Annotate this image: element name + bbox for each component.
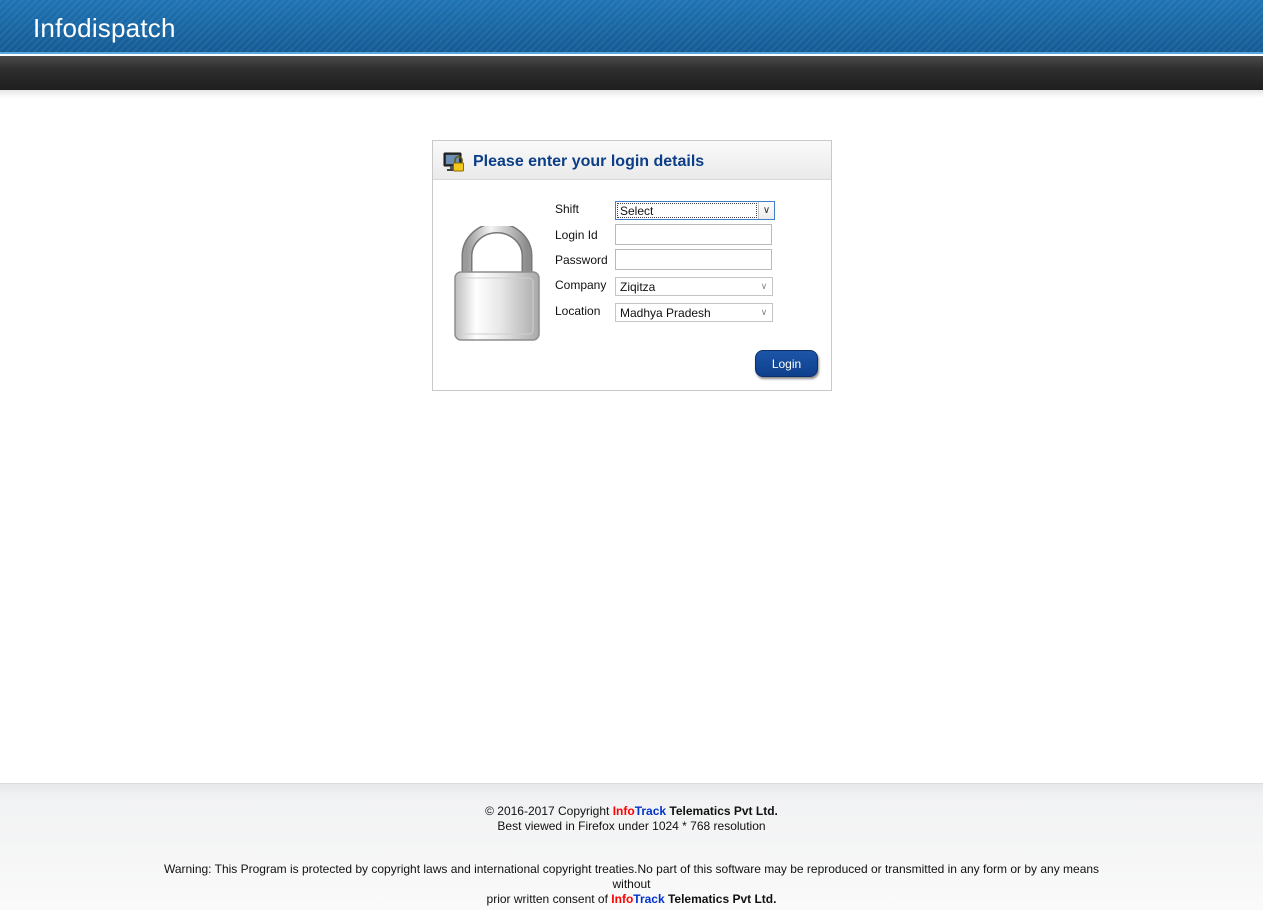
- login-panel-header: Please enter your login details: [433, 141, 831, 180]
- location-select-value: Madhya Pradesh: [620, 306, 711, 320]
- brand-info: Info: [612, 804, 635, 818]
- shift-label: Shift: [555, 202, 580, 216]
- best-viewed-note: Best viewed in Firefox under 1024 * 768 …: [497, 819, 766, 833]
- copyright-line: © 2016-2017 Copyright InfoTrack Telemati…: [0, 804, 1263, 818]
- login-heading: Please enter your login details: [473, 153, 705, 170]
- company-suffix: Telematics Pvt Ltd.: [664, 892, 777, 906]
- chevron-down-icon[interactable]: ∨: [756, 278, 772, 295]
- company-label: Company: [555, 278, 607, 292]
- password-input[interactable]: [615, 249, 772, 270]
- chevron-down-icon[interactable]: ∨: [758, 202, 774, 219]
- footer: © 2016-2017 Copyright InfoTrack Telemati…: [0, 783, 1263, 910]
- location-select[interactable]: Madhya Pradesh ∨: [615, 303, 773, 322]
- chevron-down-icon[interactable]: ∨: [756, 304, 772, 321]
- shift-select-value: Select: [620, 204, 654, 218]
- app-title: Infodispatch: [33, 13, 176, 43]
- monitor-lock-icon: [443, 152, 464, 172]
- brand-track: Track: [633, 892, 665, 906]
- login-panel: Please enter your login details Shift Se…: [432, 140, 832, 391]
- shift-select[interactable]: Select ∨: [615, 201, 775, 220]
- login-id-input[interactable]: [615, 224, 772, 245]
- top-header: Infodispatch: [0, 0, 1263, 54]
- warning-line-2: without: [612, 877, 651, 891]
- location-label: Location: [555, 304, 601, 318]
- login-id-label: Login Id: [555, 228, 598, 242]
- brand-info: Info: [611, 892, 634, 906]
- warning-line-3: prior written consent of InfoTrack Telem…: [0, 892, 1263, 906]
- warning-prefix: prior written consent of: [486, 892, 612, 906]
- login-button[interactable]: Login: [755, 350, 818, 377]
- nav-bar: [0, 56, 1263, 90]
- warning-line-1: Warning: This Program is protected by co…: [163, 862, 1100, 876]
- brand-track: Track: [634, 804, 667, 818]
- password-label: Password: [555, 253, 608, 267]
- copyright-prefix: © 2016-2017 Copyright: [485, 804, 613, 818]
- padlock-icon: [454, 226, 540, 341]
- company-suffix: Telematics Pvt Ltd.: [666, 804, 778, 818]
- company-select-value: Ziqitza: [620, 280, 656, 294]
- company-select[interactable]: Ziqitza ∨: [615, 277, 773, 296]
- nav-shadow: [0, 90, 1263, 98]
